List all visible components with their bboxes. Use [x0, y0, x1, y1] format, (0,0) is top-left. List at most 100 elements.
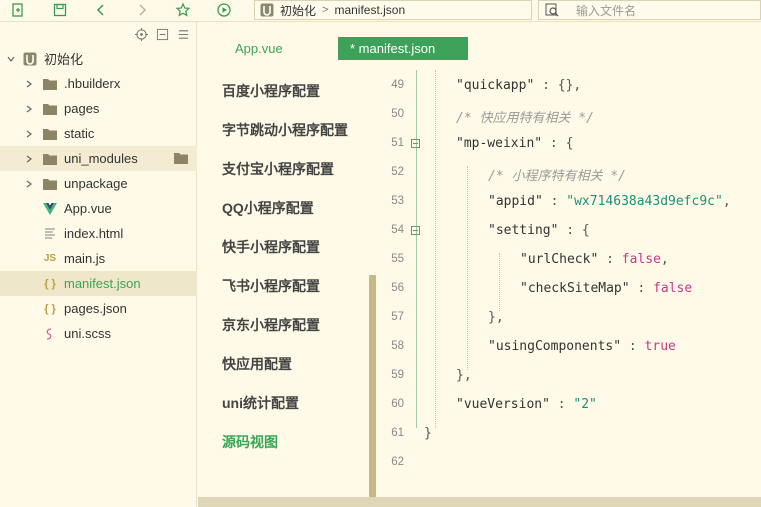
- json-string-value: "2": [573, 397, 597, 412]
- config-item-feishu[interactable]: 飞书小程序配置: [222, 276, 320, 296]
- fold-toggle-icon[interactable]: [411, 226, 420, 235]
- code-line-59: },: [456, 368, 472, 383]
- config-item-quickapp[interactable]: 快应用配置: [222, 354, 292, 374]
- folder-icon: [42, 126, 58, 142]
- tree-folder-unpackage[interactable]: unpackage: [0, 171, 197, 196]
- line-number: 50: [391, 108, 404, 120]
- tree-folder-uni-modules[interactable]: uni_modules: [0, 146, 197, 171]
- tab-manifest-json[interactable]: * manifest.json: [338, 37, 468, 60]
- project-icon: [22, 51, 38, 67]
- tree-file-pages-json[interactable]: { } pages.json: [0, 296, 197, 321]
- folder-icon: [42, 176, 58, 192]
- tree-file-app-vue[interactable]: App.vue: [0, 196, 197, 221]
- save-icon[interactable]: [50, 0, 70, 20]
- horizontal-scrollbar[interactable]: [198, 497, 761, 507]
- indent-guide: [467, 166, 468, 370]
- config-item-uni-stat[interactable]: uni统计配置: [222, 393, 299, 413]
- tree-folder-static[interactable]: static: [0, 121, 197, 146]
- toolbar: 初始化 > manifest.json 输入文件名: [0, 0, 761, 22]
- line-number: 57: [391, 311, 404, 323]
- chevron-right-icon[interactable]: [24, 179, 34, 189]
- star-icon[interactable]: [173, 0, 193, 20]
- locate-icon[interactable]: [134, 27, 148, 41]
- breadcrumb-separator-icon: >: [322, 4, 329, 16]
- json-key: "setting": [488, 223, 559, 238]
- json-file-icon: { }: [44, 277, 56, 290]
- json-key: "mp-weixin": [456, 136, 543, 151]
- breadcrumb-project[interactable]: 初始化: [280, 2, 316, 19]
- line-number: 53: [391, 195, 404, 207]
- json-key: "quickapp": [456, 78, 535, 93]
- chevron-down-icon[interactable]: [6, 54, 16, 64]
- config-item-toutiao[interactable]: 字节跳动小程序配置: [222, 120, 348, 140]
- open-folder-icon[interactable]: [173, 151, 189, 168]
- json-punct: : {: [542, 136, 574, 151]
- config-menu-scrollbar[interactable]: [369, 275, 376, 497]
- code-line-51: "mp-weixin" : {: [456, 136, 573, 151]
- chevron-right-icon[interactable]: [24, 154, 34, 164]
- tree-item-label: static: [64, 126, 95, 141]
- config-item-kuaishou[interactable]: 快手小程序配置: [222, 237, 320, 257]
- fold-line: [416, 70, 417, 428]
- fold-toggle-icon[interactable]: [411, 139, 420, 148]
- config-item-baidu[interactable]: 百度小程序配置: [222, 81, 320, 101]
- tree-item-label: App.vue: [64, 201, 112, 216]
- search-input[interactable]: 输入文件名: [576, 2, 636, 19]
- json-key: "usingComponents": [488, 339, 622, 354]
- config-item-alipay[interactable]: 支付宝小程序配置: [222, 159, 334, 179]
- json-key: "appid": [488, 194, 543, 209]
- file-search-box[interactable]: 输入文件名: [538, 0, 761, 20]
- text-file-icon: [42, 226, 58, 242]
- new-file-icon[interactable]: [8, 0, 28, 20]
- editor-tabs: App.vue * manifest.json: [198, 22, 761, 70]
- explorer-tools: [134, 27, 190, 41]
- breadcrumb[interactable]: 初始化 > manifest.json: [254, 0, 532, 20]
- json-punct: :: [598, 252, 622, 267]
- json-string-value: "wx714638a43d9efc9c": [566, 194, 723, 209]
- json-punct: :: [621, 339, 645, 354]
- project-explorer: 初始化 .hbuilderx pages static uni_modules …: [0, 22, 197, 507]
- line-number: 59: [391, 369, 404, 381]
- json-key: "checkSiteMap": [520, 281, 630, 296]
- back-icon[interactable]: [91, 0, 111, 20]
- config-item-source-view[interactable]: 源码视图: [222, 432, 278, 452]
- line-number: 56: [391, 282, 404, 294]
- tree-file-manifest-json[interactable]: { } manifest.json: [0, 271, 197, 296]
- chevron-right-icon[interactable]: [24, 104, 34, 114]
- breadcrumb-file[interactable]: manifest.json: [334, 3, 405, 17]
- json-key: "vueVersion": [456, 397, 550, 412]
- tree-file-uni-scss[interactable]: uni.scss: [0, 321, 197, 346]
- collapse-all-icon[interactable]: [155, 27, 169, 41]
- chevron-right-icon[interactable]: [24, 129, 34, 139]
- tree-folder-hbuilderx[interactable]: .hbuilderx: [0, 71, 197, 96]
- tree-folder-pages[interactable]: pages: [0, 96, 197, 121]
- json-boolean-value: false: [621, 252, 661, 267]
- tree-file-main-js[interactable]: JS main.js: [0, 246, 197, 271]
- json-punct: :: [629, 281, 654, 296]
- config-item-jd[interactable]: 京东小程序配置: [222, 315, 320, 335]
- code-line-58: "usingComponents" : true: [488, 339, 676, 354]
- tree-item-label: .hbuilderx: [64, 76, 121, 91]
- project-name: 初始化: [44, 52, 84, 67]
- vue-icon: [42, 201, 58, 217]
- folder-icon: [42, 101, 58, 117]
- tab-app-vue[interactable]: App.vue: [235, 37, 283, 60]
- run-icon[interactable]: [214, 0, 234, 20]
- code-line-60: "vueVersion" : "2": [456, 397, 597, 412]
- project-root[interactable]: 初始化: [0, 46, 197, 71]
- json-punct: : {: [558, 223, 590, 238]
- config-item-qq[interactable]: QQ小程序配置: [222, 198, 314, 218]
- menu-icon[interactable]: [176, 27, 190, 41]
- tree-item-label: pages.json: [64, 301, 127, 316]
- line-number: 54: [391, 224, 404, 236]
- forward-icon[interactable]: [132, 0, 152, 20]
- chevron-right-icon[interactable]: [24, 79, 34, 89]
- code-line-56: "checkSiteMap" : false: [520, 281, 692, 296]
- tree-file-index-html[interactable]: index.html: [0, 221, 197, 246]
- code-line-57: },: [488, 310, 504, 325]
- line-number: 49: [391, 79, 404, 91]
- json-file-icon: { }: [44, 302, 56, 315]
- tree-item-label: uni.scss: [64, 326, 111, 341]
- code-editor[interactable]: 49 50 51 52 53 54 55 56 57 58 59 60 61 6…: [376, 70, 761, 497]
- tree-item-label: pages: [64, 101, 100, 116]
